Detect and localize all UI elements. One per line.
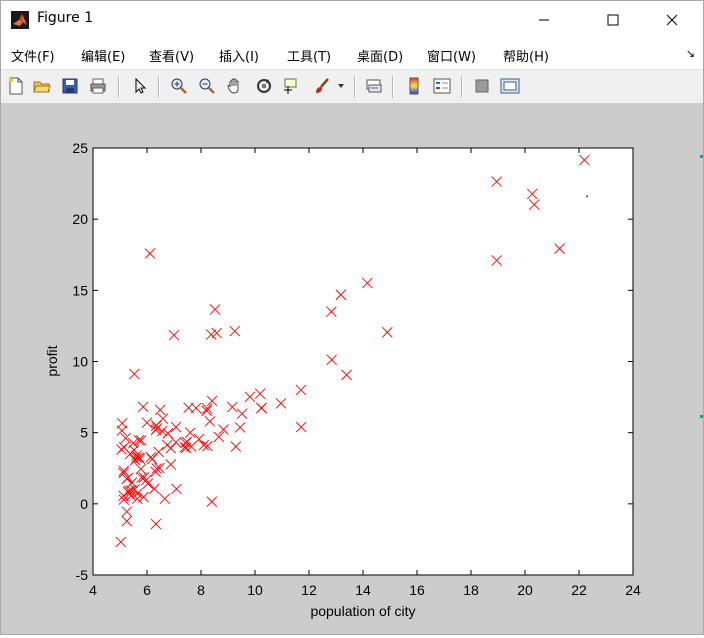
open-file-icon	[33, 81, 51, 93]
print-button[interactable]	[87, 75, 109, 97]
x-tick-label: 18	[463, 582, 479, 598]
toolbar-separator	[392, 76, 394, 98]
toolbar-separator	[118, 76, 120, 98]
x-tick-label: 24	[625, 582, 641, 598]
x-tick-label: 8	[197, 582, 205, 598]
menu-window[interactable]: 窗口(W)	[427, 46, 476, 65]
link-plot-button[interactable]	[363, 75, 385, 97]
show-plot-tools-icon	[500, 78, 520, 94]
matlab-logo-icon	[11, 11, 29, 29]
minimize-icon	[539, 19, 549, 21]
window-title: Figure 1	[37, 10, 94, 26]
legend-icon	[433, 78, 451, 94]
edge-marker	[700, 415, 703, 418]
hide-plot-tools-button[interactable]	[471, 75, 493, 97]
close-icon	[666, 14, 678, 26]
title-bar: Figure 1	[1, 1, 703, 39]
brush-dropdown-button[interactable]	[335, 75, 347, 97]
open-file-button[interactable]	[31, 75, 53, 97]
pointer-icon	[135, 77, 147, 94]
save-button[interactable]	[59, 75, 81, 97]
zoom-in-button[interactable]	[168, 75, 190, 97]
menu-desktop[interactable]: 桌面(D)	[357, 46, 403, 65]
y-tick-label: -5	[76, 567, 89, 583]
link-plot-icon	[366, 79, 382, 93]
show-plot-tools-button[interactable]	[499, 75, 521, 97]
legend-button[interactable]	[431, 75, 453, 97]
toolbar-separator	[158, 76, 160, 98]
menu-edit[interactable]: 编辑(E)	[81, 46, 125, 65]
brush-dropdown-icon	[338, 84, 344, 88]
axes-background	[93, 148, 633, 575]
x-tick-label: 6	[143, 582, 151, 598]
maximize-icon	[607, 14, 619, 26]
rotate-3d-icon	[257, 79, 271, 93]
figure-toolbar	[1, 70, 703, 104]
x-tick-label: 14	[355, 582, 371, 598]
brush-button[interactable]	[311, 75, 333, 97]
x-tick-label: 4	[89, 582, 97, 598]
toolbar-separator	[354, 76, 356, 98]
zoom-out-icon	[199, 78, 215, 94]
x-axis-label: population of city	[310, 603, 415, 619]
print-icon	[90, 78, 106, 94]
menu-help[interactable]: 帮助(H)	[503, 46, 549, 65]
new-figure-icon	[9, 77, 23, 95]
figure-canvas: 4 6 8 10 12 14 16 18 20 22 24 -5 0 5 10 15 20 25 populati…	[1, 103, 703, 634]
scatter-plot[interactable]: 4 6 8 10 12 14 16 18 20 22 24 -5 0 5 10 15 20 25 populati…	[1, 103, 703, 634]
y-axis-label: profit	[44, 345, 60, 376]
dot-marker	[586, 195, 589, 198]
y-tick-label: 0	[80, 496, 88, 512]
pointer-button[interactable]	[129, 75, 151, 97]
y-tick-label: 20	[72, 211, 88, 227]
y-tick-label: 15	[72, 282, 88, 298]
data-cursor-icon	[284, 78, 297, 94]
colorbar-icon	[409, 77, 419, 95]
menu-view[interactable]: 查看(V)	[149, 46, 194, 65]
x-tick-label: 22	[571, 582, 587, 598]
close-button[interactable]	[649, 1, 695, 39]
new-figure-button[interactable]	[5, 75, 27, 97]
save-icon	[62, 78, 78, 94]
zoom-in-icon	[171, 78, 187, 94]
dock-arrow-icon[interactable]: ↘	[686, 47, 695, 60]
menu-file[interactable]: 文件(F)	[11, 46, 55, 65]
pan-button[interactable]	[224, 75, 246, 97]
hide-plot-tools-icon	[475, 79, 489, 93]
menu-insert[interactable]: 插入(I)	[219, 46, 259, 65]
y-tick-label: 25	[72, 140, 88, 156]
edge-marker	[700, 155, 703, 158]
rotate-3d-button[interactable]	[253, 75, 275, 97]
x-tick-label: 16	[409, 582, 425, 598]
zoom-out-button[interactable]	[196, 75, 218, 97]
brush-icon	[316, 78, 329, 93]
x-tick-label: 12	[301, 582, 317, 598]
maximize-button[interactable]	[590, 1, 636, 39]
y-tick-label: 5	[80, 425, 88, 441]
minimize-button[interactable]	[521, 1, 567, 39]
menu-tools[interactable]: 工具(T)	[287, 46, 331, 65]
x-tick-label: 20	[517, 582, 533, 598]
pan-hand-icon	[227, 78, 239, 94]
y-tick-label: 10	[72, 354, 88, 370]
data-cursor-button[interactable]	[281, 75, 303, 97]
toolbar-separator	[461, 76, 463, 98]
menu-bar: 文件(F) 编辑(E) 查看(V) 插入(I) 工具(T) 桌面(D) 窗口(W…	[1, 39, 703, 70]
x-tick-label: 10	[247, 582, 263, 598]
colorbar-button[interactable]	[403, 75, 425, 97]
figure-window: Figure 1 文件(F) 编辑(E) 查看(V) 插入(I) 工具(T) 桌…	[0, 0, 704, 635]
